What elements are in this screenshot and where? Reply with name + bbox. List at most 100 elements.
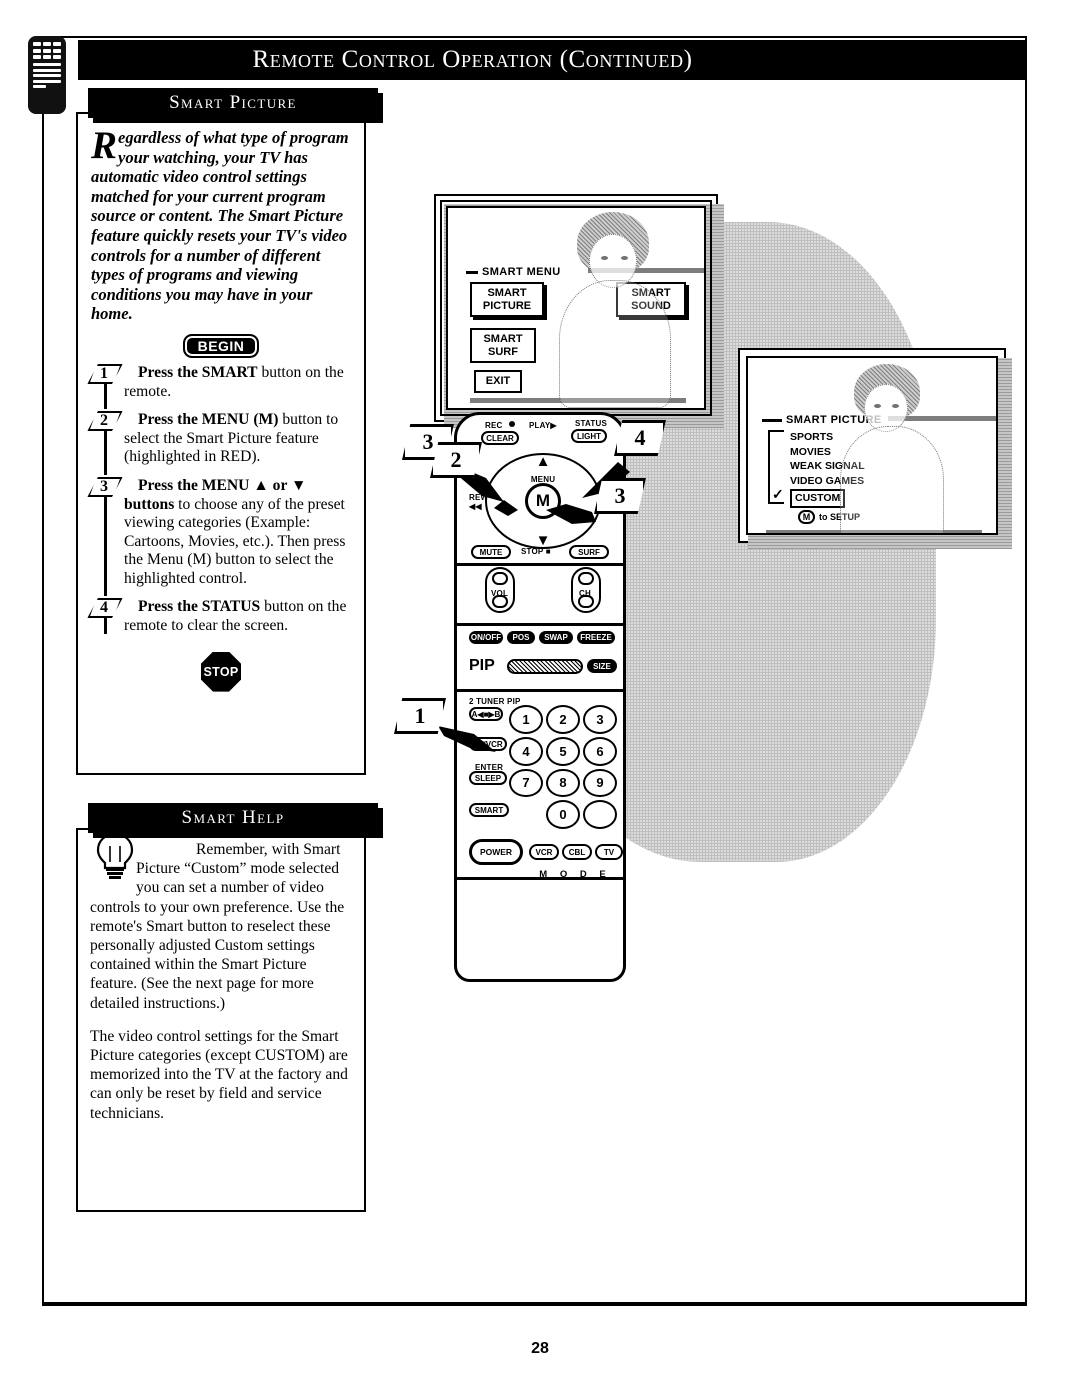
mode-cbl-button[interactable]: CBL: [562, 844, 592, 860]
key-1[interactable]: 1: [509, 705, 543, 734]
remote-keypad: 1 2 3 4 5 6 7 8 9 0: [509, 705, 617, 829]
tv-vcr-button[interactable]: TV/VCR: [469, 737, 507, 751]
step-3-bold-cont: buttons: [124, 495, 175, 513]
key-7[interactable]: 7: [509, 768, 543, 798]
remote-light-button[interactable]: LIGHT: [571, 429, 607, 443]
begin-badge: BEGIN: [182, 333, 260, 358]
step-4-rest: remote to clear the screen.: [124, 617, 289, 635]
step-1-tail: button on the: [257, 363, 344, 381]
remote-pip-size-row: PIP SIZE: [469, 655, 617, 681]
step-stem: [104, 382, 107, 410]
step-number-diamond: 1: [91, 364, 119, 384]
pip-size-button[interactable]: SIZE: [587, 659, 617, 673]
key-8[interactable]: 8: [546, 768, 580, 798]
remote-rec-label: REC: [485, 421, 503, 430]
step-2-text: Press the MENU (M) button to select the …: [124, 411, 351, 467]
key-0[interactable]: 0: [546, 800, 580, 829]
smart-picture-title: Smart Picture: [169, 92, 297, 113]
osd1-exit-button[interactable]: EXIT: [474, 370, 522, 393]
illustration-area: SMART MENU SMART PICTURE SMART SOUND SMART…: [386, 112, 1016, 982]
remote-vol-label: VOL: [491, 589, 509, 598]
smart-help-paragraph-2: The video control settings for the Smart…: [90, 1027, 348, 1122]
pip-onoff-button[interactable]: ON/OFF: [469, 631, 503, 644]
pip-freeze-button[interactable]: FREEZE: [577, 631, 615, 644]
callout-1: 1: [394, 698, 446, 734]
callout-2: 2: [430, 442, 482, 478]
pip-swap-button[interactable]: SWAP: [539, 631, 573, 644]
pip-label: PIP: [469, 657, 495, 674]
page-number: 28: [531, 1340, 549, 1357]
remote-surf-button[interactable]: SURF: [569, 545, 609, 559]
step-3-bold: Press the MENU ▲ or ▼: [138, 476, 307, 494]
lightbulb-icon: [96, 832, 134, 879]
step-number-diamond: 4: [91, 598, 119, 618]
step-3-text: Press the MENU ▲ or ▼ buttons to choose …: [124, 477, 351, 589]
step-1: 1 Press the SMART button on the remote.: [91, 363, 351, 410]
page-title: Remote Control Operation (Continued): [252, 46, 693, 73]
steps-list: 1 Press the SMART button on the remote. …: [91, 363, 351, 636]
step-2-number: 2: [100, 412, 108, 430]
remote-icon-bars: [33, 63, 61, 88]
step-3-number: 3: [100, 477, 108, 495]
key-9[interactable]: 9: [583, 768, 617, 798]
step-2: 2 Press the MENU (M) button to select th…: [91, 411, 351, 475]
footer-rule: [42, 1303, 1027, 1306]
smart-help-title: Smart Help: [181, 807, 285, 828]
step-1-bold: Press the SMART: [138, 363, 258, 381]
key-3[interactable]: 3: [583, 705, 617, 734]
sleep-button[interactable]: SLEEP: [469, 771, 507, 785]
step-stem: [104, 495, 107, 597]
key-4[interactable]: 4: [509, 736, 543, 766]
smart-help-header: Smart Help: [88, 803, 383, 838]
key-blank[interactable]: [583, 800, 617, 829]
tv-screen-smart-picture-menu: SMART PICTURE SPORTS MOVIES WEAK SIGNAL …: [738, 348, 1012, 549]
callout-4: 4: [614, 420, 666, 456]
osd1-title: SMART MENU: [482, 266, 561, 278]
mode-vcr-button[interactable]: VCR: [529, 844, 559, 860]
power-button[interactable]: POWER: [469, 839, 523, 865]
remote-menu-label: MENU: [530, 475, 556, 484]
mode-tv-button[interactable]: TV: [595, 844, 623, 860]
menu-m-button[interactable]: M: [525, 483, 561, 519]
smart-help-box: Remember, with Smart Picture “Custom” mo…: [76, 828, 370, 1216]
remote-power-mode-row: POWER VCR CBL TV M O D E: [469, 839, 623, 880]
rec-dot-icon: [509, 421, 515, 427]
step-1-rest: remote.: [124, 382, 172, 400]
step-stem: [104, 617, 107, 634]
smart-picture-box: Regardless of what type of program your …: [76, 112, 370, 779]
osd1-smart-picture-button[interactable]: SMART PICTURE: [470, 282, 544, 317]
two-tuner-pip-button[interactable]: A◀■▶B: [469, 707, 503, 721]
person-illustration: [553, 212, 683, 408]
remote-navigation-pad: ▲ ▼ M MENU: [477, 445, 609, 557]
osd2-m-button[interactable]: M: [798, 510, 815, 524]
step-4: 4 Press the STATUS button on the remote …: [91, 598, 351, 635]
remote-mute-button[interactable]: MUTE: [471, 545, 511, 559]
step-number-diamond: 3: [91, 477, 119, 497]
step-number-diamond: 2: [91, 411, 119, 431]
stop-badge: STOP: [201, 651, 241, 692]
step-4-tail: button on the: [260, 598, 347, 616]
key-2[interactable]: 2: [546, 705, 580, 734]
step-3: 3 Press the MENU ▲ or ▼ buttons to choos…: [91, 476, 351, 597]
callout-3-down: 3: [594, 478, 646, 514]
menu-up-arrow[interactable]: ▲: [536, 455, 551, 470]
key-5[interactable]: 5: [546, 736, 580, 766]
remote-volume-channel-rockers: VOL CH: [475, 567, 611, 619]
osd1-smart-surf-button[interactable]: SMART SURF: [470, 328, 536, 363]
step-2-rest: select the Smart Picture feature (highli…: [124, 429, 319, 466]
pip-pos-button[interactable]: POS: [507, 631, 535, 644]
step-4-number: 4: [100, 599, 108, 617]
person-illustration-2: [836, 364, 956, 533]
step-2-bold: Press the MENU (M): [138, 411, 279, 429]
smart-picture-header: Smart Picture: [88, 88, 383, 123]
remote-clear-button[interactable]: CLEAR: [481, 431, 519, 445]
intro-text: egardless of what type of program your w…: [91, 128, 349, 324]
step-stem: [104, 430, 107, 475]
step-1-text: Press the SMART button on the remote.: [124, 364, 351, 401]
begin-badge-wrap: BEGIN: [91, 333, 351, 358]
key-6[interactable]: 6: [583, 736, 617, 766]
remote-stop-label: STOP ■: [521, 547, 551, 556]
remote-control-icon: [28, 36, 66, 114]
drop-cap: R: [91, 124, 118, 167]
smart-button[interactable]: SMART: [469, 803, 509, 817]
